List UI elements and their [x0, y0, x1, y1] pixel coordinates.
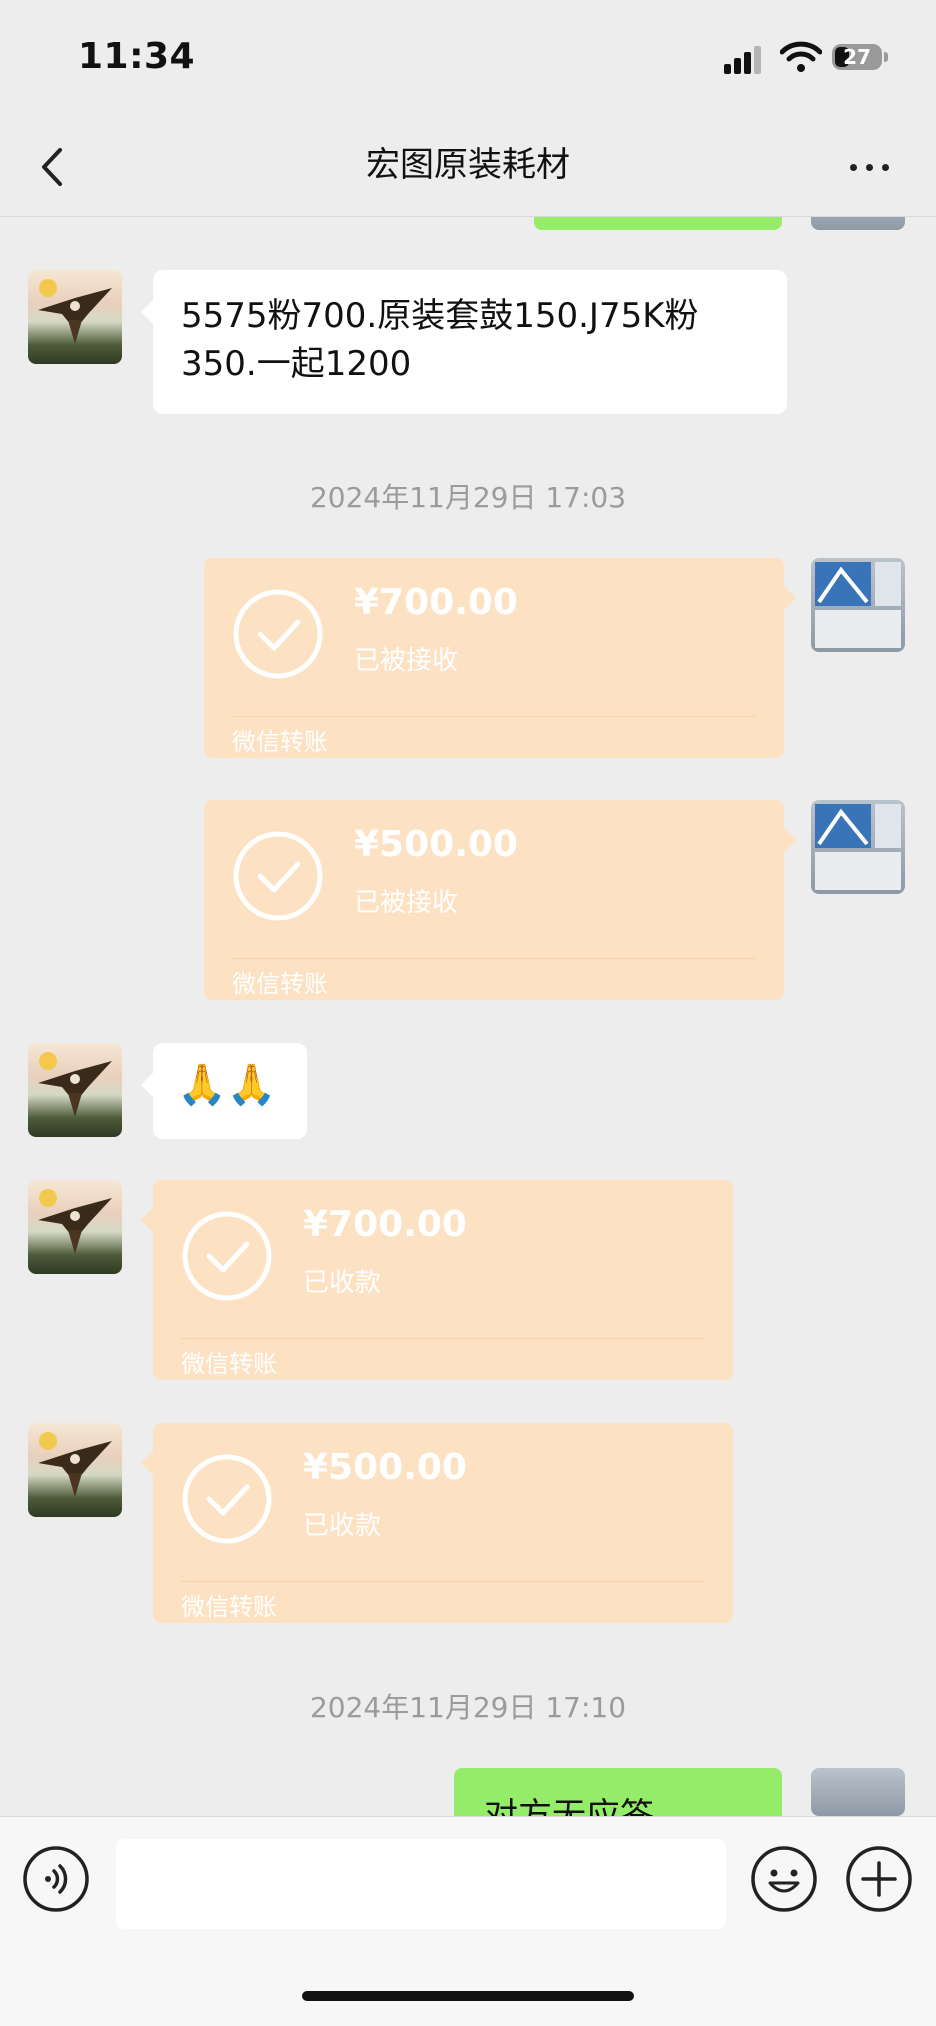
input-bar: [0, 1816, 936, 2026]
transfer-card-received[interactable]: ¥500.00 已收款 微信转账: [141, 1423, 733, 1623]
timestamp: 2024年11月29日 17:10: [309, 1691, 627, 1724]
transfer-status: 已被接收: [354, 888, 459, 918]
transfer-card-sent[interactable]: ¥700.00 已被接收 微信转账: [204, 558, 796, 758]
transfer-status: 已被接收: [354, 646, 459, 676]
eagle-image: [38, 279, 112, 344]
eagle-image: [38, 1052, 112, 1117]
divider: [181, 1338, 705, 1339]
my-avatar[interactable]: [811, 800, 905, 894]
logo-image: [815, 562, 901, 648]
logo-image: [815, 804, 901, 890]
check-circle-icon: [233, 831, 323, 921]
transfer-amount: ¥500.00: [354, 824, 518, 865]
emoji-icon[interactable]: [750, 1845, 818, 1913]
check-circle-icon: [182, 1454, 272, 1544]
divider: [232, 958, 756, 959]
transfer-amount: ¥700.00: [303, 1204, 467, 1245]
plus-icon[interactable]: [845, 1845, 913, 1913]
check-circle-icon: [182, 1211, 272, 1301]
emoji-content: 🙏🙏: [177, 1062, 277, 1108]
my-avatar[interactable]: [811, 558, 905, 652]
message-text[interactable]: 5575粉700.原装套鼓150.J75K粉350.一起1200: [141, 270, 787, 414]
divider: [232, 716, 756, 717]
transfer-label: 微信转账: [232, 970, 328, 998]
timestamp: 2024年11月29日 17:03: [309, 481, 627, 514]
contact-avatar[interactable]: [28, 1180, 122, 1274]
chat-title: 宏图原装耗材: [366, 145, 570, 185]
transfer-status: 已收款: [303, 1511, 382, 1541]
transfer-amount: ¥500.00: [303, 1447, 467, 1488]
check-circle-icon: [233, 589, 323, 679]
transfer-label: 微信转账: [181, 1593, 277, 1621]
battery-level: 27: [843, 45, 871, 69]
transfer-label: 微信转账: [232, 728, 328, 756]
status-time: 11:34: [78, 36, 196, 77]
nav-bar: 宏图原装耗材: [0, 120, 936, 217]
contact-avatar[interactable]: [28, 1043, 122, 1137]
more-icon[interactable]: [840, 142, 900, 192]
eagle-image: [38, 1432, 112, 1497]
signal-icon: [724, 44, 764, 74]
transfer-card-received[interactable]: ¥700.00 已收款 微信转账: [141, 1180, 733, 1380]
transfer-label: 微信转账: [181, 1350, 277, 1378]
wifi-icon: [780, 41, 822, 72]
transfer-status: 已收款: [303, 1268, 382, 1298]
transfer-card-sent[interactable]: ¥500.00 已被接收 微信转账: [204, 800, 796, 1000]
message-emoji[interactable]: 🙏🙏: [141, 1043, 307, 1139]
message-input[interactable]: [116, 1839, 726, 1929]
my-avatar[interactable]: [811, 1768, 905, 1816]
transfer-amount: ¥700.00: [354, 582, 518, 623]
home-indicator: [302, 1991, 634, 2001]
battery-icon: 27: [832, 44, 890, 72]
message-text-content: 5575粉700.原装套鼓150.J75K粉350.一起1200: [181, 296, 699, 384]
eagle-image: [38, 1189, 112, 1254]
contact-avatar[interactable]: [28, 270, 122, 364]
divider: [181, 1581, 705, 1582]
voice-icon[interactable]: [22, 1845, 90, 1913]
contact-avatar[interactable]: [28, 1423, 122, 1517]
status-bar: 11:34 27: [0, 0, 936, 120]
